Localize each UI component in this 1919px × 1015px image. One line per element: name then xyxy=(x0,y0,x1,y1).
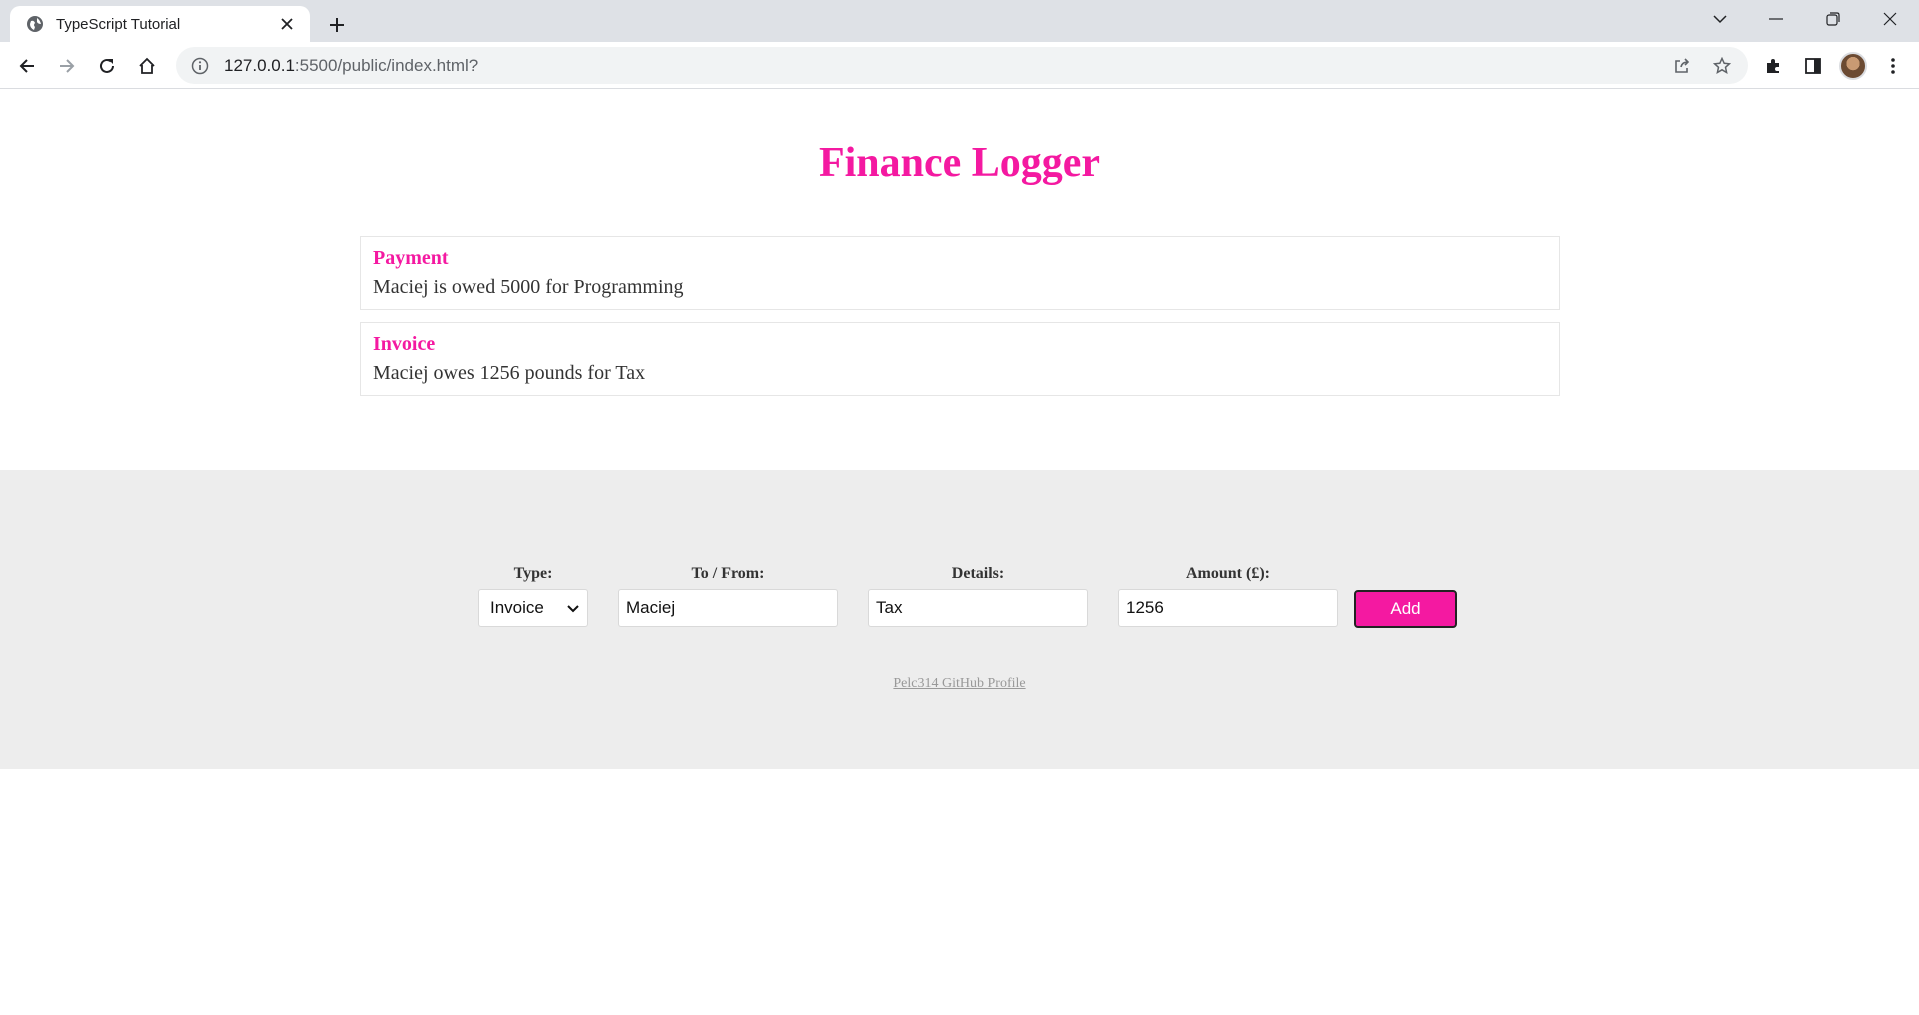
close-tab-icon[interactable] xyxy=(276,13,298,35)
list-item: Invoice Maciej owes 1256 pounds for Tax xyxy=(360,322,1560,396)
profile-avatar[interactable] xyxy=(1836,49,1870,83)
github-profile-link[interactable]: Pelc314 GitHub Profile xyxy=(0,676,1919,692)
item-list: Payment Maciej is owed 5000 for Programm… xyxy=(360,236,1560,408)
type-field: Type: Invoice xyxy=(478,565,588,627)
browser-tab[interactable]: TypeScript Tutorial xyxy=(10,6,310,42)
side-panel-icon[interactable] xyxy=(1796,49,1830,83)
form-section: Type: Invoice To / From: Maciej Details:… xyxy=(0,470,1919,769)
details-input-value: Tax xyxy=(876,598,903,617)
bookmark-star-icon[interactable] xyxy=(1706,50,1738,82)
item-type: Invoice xyxy=(373,333,436,355)
restore-icon[interactable] xyxy=(1805,0,1861,38)
new-tab-icon[interactable] xyxy=(322,10,352,40)
site-info-icon[interactable] xyxy=(188,54,212,78)
globe-icon xyxy=(26,15,44,33)
item-text: Maciej is owed 5000 for Programming xyxy=(373,276,684,298)
details-label: Details: xyxy=(951,565,1005,582)
type-select-value: Invoice xyxy=(490,598,544,617)
type-label: Type: xyxy=(513,565,553,582)
url-host: 127.0.0.1 xyxy=(224,55,295,75)
tofrom-field: To / From: Maciej xyxy=(618,565,838,627)
back-icon[interactable] xyxy=(10,49,44,83)
close-window-icon[interactable] xyxy=(1862,0,1918,38)
web-page: Finance Logger Payment Maciej is owed 50… xyxy=(0,89,1919,1015)
item-text: Maciej owes 1256 pounds for Tax xyxy=(373,362,646,384)
home-icon[interactable] xyxy=(130,49,164,83)
tofrom-input[interactable]: Maciej xyxy=(618,589,838,627)
details-input[interactable]: Tax xyxy=(868,589,1088,627)
list-item: Payment Maciej is owed 5000 for Programm… xyxy=(360,236,1560,310)
add-button[interactable]: Add xyxy=(1354,590,1457,628)
forward-icon[interactable] xyxy=(50,49,84,83)
chevron-down-icon xyxy=(567,598,579,618)
tofrom-input-value: Maciej xyxy=(626,598,676,617)
reload-icon[interactable] xyxy=(90,49,124,83)
page-title: Finance Logger xyxy=(818,140,1101,186)
amount-label: Amount (£): xyxy=(1186,565,1270,582)
amount-input[interactable]: 1256 xyxy=(1118,589,1338,627)
menu-kebab-icon[interactable] xyxy=(1876,49,1910,83)
item-type: Payment xyxy=(373,247,449,269)
tofrom-label: To / From: xyxy=(691,565,765,582)
minimize-icon[interactable] xyxy=(1748,0,1804,38)
url-path: :5500/public/index.html? xyxy=(294,55,479,75)
avatar xyxy=(1839,52,1867,80)
details-field: Details: Tax xyxy=(868,565,1088,627)
amount-field: Amount (£): 1256 xyxy=(1118,565,1338,627)
address-bar[interactable]: 127.0.0.1:5500/public/index.html? xyxy=(176,47,1748,84)
extensions-icon[interactable] xyxy=(1756,49,1790,83)
share-icon[interactable] xyxy=(1666,50,1698,82)
tab-strip: TypeScript Tutorial xyxy=(0,0,1919,42)
amount-input-value: 1256 xyxy=(1126,598,1164,617)
tab-search-icon[interactable] xyxy=(1692,0,1748,38)
tab-title: TypeScript Tutorial xyxy=(56,15,181,33)
browser-toolbar: 127.0.0.1:5500/public/index.html? xyxy=(0,42,1919,89)
type-select[interactable]: Invoice xyxy=(478,589,588,627)
